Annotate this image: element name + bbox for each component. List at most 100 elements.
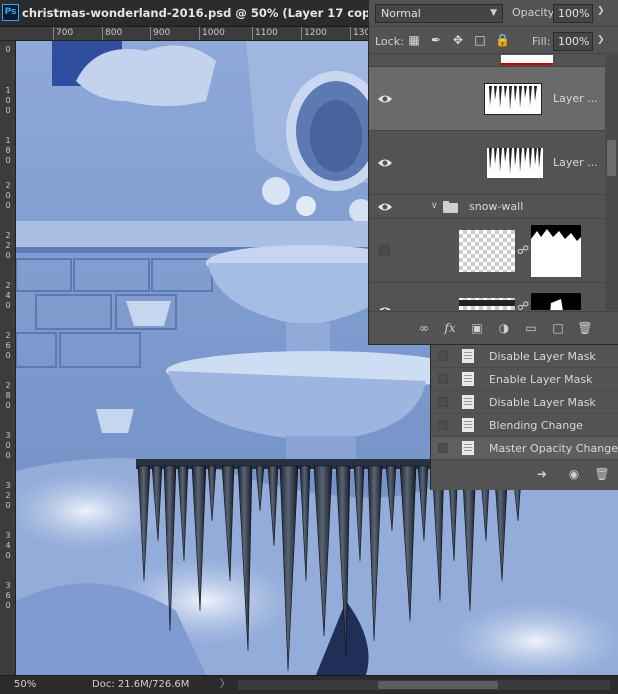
layer-thumbnail — [459, 230, 515, 272]
lock-transparent-pixels-icon[interactable]: ▦ — [407, 33, 421, 47]
zoom-level-field[interactable]: 50% — [14, 676, 36, 694]
lock-all-icon[interactable]: 🔒 — [495, 33, 510, 47]
visibility-toggle-empty[interactable] — [379, 245, 390, 256]
ruler-tick-label: 700 — [52, 27, 74, 40]
layer-list: Layer ... Layer ... ∨ snow-wall ☍ ☍ — [369, 55, 605, 310]
layer-name[interactable]: Layer ... — [553, 156, 598, 169]
chevron-down-icon[interactable]: ∨ — [431, 201, 438, 211]
layer-thumbnail — [484, 83, 542, 115]
vertical-ruler[interactable]: 0 100 180 200 220 240 260 280 300 320 34… — [0, 41, 16, 675]
ruler-number: 220 — [5, 231, 11, 260]
ruler-tick-label: 1200 — [301, 27, 327, 40]
history-state-label: Disable Layer Mask — [489, 350, 596, 363]
ruler-number: 0 — [5, 45, 11, 54]
link-chain-icon[interactable]: ☍ — [517, 299, 529, 310]
layers-panel-blend-row: Normal ▼ Opacity: 100% ❯ — [369, 0, 618, 27]
ruler-number: 100 — [5, 86, 11, 115]
ruler-tick-label: 900 — [149, 27, 171, 40]
fill-label: Fill: — [532, 35, 551, 48]
ruler-number: 340 — [5, 531, 11, 560]
fill-dropdown-icon[interactable]: ❯ — [597, 35, 605, 45]
ruler-number: 280 — [5, 381, 11, 410]
blend-mode-select[interactable]: Normal ▼ — [375, 4, 503, 23]
trash-icon[interactable]: 🗑 — [576, 320, 594, 336]
history-brush-source-box[interactable] — [438, 420, 448, 430]
blend-mode-value: Normal — [381, 7, 421, 20]
history-state-icon — [462, 395, 474, 409]
trash-icon[interactable]: 🗑 — [593, 466, 611, 482]
link-layers-icon[interactable]: ∞ — [415, 320, 433, 336]
add-mask-icon[interactable]: ▣ — [468, 320, 486, 336]
eye-visibility-icon[interactable] — [377, 201, 393, 213]
new-document-from-state-icon[interactable]: ➜ — [533, 466, 551, 482]
new-group-icon[interactable]: ▭ — [522, 320, 540, 336]
link-chain-icon[interactable]: ☍ — [517, 243, 529, 257]
ruler-number: 180 — [5, 136, 11, 165]
history-state-row[interactable]: Disable Layer Mask — [431, 391, 618, 414]
history-state-row[interactable]: Enable Layer Mask — [431, 368, 618, 391]
history-brush-source-box[interactable] — [438, 351, 448, 361]
history-state-row[interactable]: Blending Change — [431, 414, 618, 437]
opacity-field[interactable]: 100% — [553, 4, 593, 23]
layer-row[interactable]: Layer ... — [369, 67, 605, 131]
ruler-tick-label: 1100 — [252, 27, 278, 40]
ruler-number: 260 — [5, 331, 11, 360]
ruler-number: 360 — [5, 581, 11, 610]
history-state-row-current[interactable]: Master Opacity Change — [431, 437, 618, 460]
layer-row[interactable]: ☍ — [369, 283, 605, 310]
adjustment-layer-icon[interactable]: ◑ — [495, 320, 513, 336]
ruler-number: 240 — [5, 281, 11, 310]
lock-position-icon[interactable]: ✥ — [451, 33, 465, 47]
new-layer-icon[interactable]: □ — [549, 320, 567, 336]
history-state-label: Disable Layer Mask — [489, 396, 596, 409]
layer-mask-thumbnail[interactable] — [531, 225, 581, 277]
layers-scrollbar-thumb[interactable] — [607, 140, 616, 176]
history-state-label: Master Opacity Change — [489, 442, 618, 455]
history-panel: Disable Layer Mask Enable Layer Mask Dis… — [430, 345, 618, 490]
eye-visibility-icon[interactable] — [377, 305, 393, 310]
history-state-label: Blending Change — [489, 419, 583, 432]
layers-panel-footer: ∞ fx ▣ ◑ ▭ □ 🗑 — [369, 311, 618, 345]
layer-thumbnail — [487, 148, 543, 178]
layers-panel: Normal ▼ Opacity: 100% ❯ Lock: ▦ ✒ ✥ □ 🔒… — [368, 0, 618, 345]
layer-name[interactable]: Layer ... — [553, 92, 598, 105]
layer-thumbnail — [459, 298, 515, 310]
chevron-down-icon: ▼ — [490, 8, 497, 18]
status-bar: 50% Doc: 21.6M/726.6M 〉 — [0, 675, 618, 694]
layer-group-name[interactable]: snow-wall — [469, 200, 523, 213]
lock-image-pixels-icon[interactable]: ✒ — [429, 33, 443, 47]
ruler-number: 320 — [5, 481, 11, 510]
ruler-number: 200 — [5, 181, 11, 210]
layers-vertical-scrollbar[interactable] — [605, 55, 618, 310]
horizontal-ruler[interactable]: 700 800 900 1000 1100 1200 1300 — [0, 27, 370, 41]
history-state-icon — [462, 418, 474, 432]
opacity-label: Opacity: — [512, 6, 558, 19]
photoshop-logo-icon: Ps — [2, 4, 19, 21]
history-state-icon — [462, 441, 474, 455]
history-brush-source-box[interactable] — [438, 443, 448, 453]
layer-group-row[interactable]: ∨ snow-wall — [369, 195, 605, 219]
history-brush-source-box[interactable] — [438, 397, 448, 407]
layer-mask-thumbnail[interactable] — [531, 293, 581, 310]
eye-visibility-icon[interactable] — [377, 157, 393, 169]
history-state-row[interactable]: Disable Layer Mask — [431, 345, 618, 368]
horizontal-scrollbar[interactable] — [238, 680, 610, 690]
eye-visibility-icon[interactable] — [377, 93, 393, 105]
ruler-number: 300 — [5, 431, 11, 460]
fx-icon[interactable]: fx — [441, 320, 459, 336]
opacity-dropdown-icon[interactable]: ❯ — [597, 6, 605, 16]
ruler-tick-label: 800 — [101, 27, 123, 40]
lock-artboard-icon[interactable]: □ — [473, 33, 487, 47]
layer-row[interactable]: Layer ... — [369, 131, 605, 195]
snapshot-camera-icon[interactable]: ◉ — [565, 466, 583, 482]
document-size-info[interactable]: Doc: 21.6M/726.6M — [92, 676, 189, 694]
horizontal-scrollbar-thumb[interactable] — [378, 681, 498, 689]
status-menu-arrow-icon[interactable]: 〉 — [220, 676, 230, 694]
layers-panel-lock-row: Lock: ▦ ✒ ✥ □ 🔒 Fill: 100% ❯ — [369, 28, 618, 54]
fill-field[interactable]: 100% — [553, 32, 593, 51]
layer-row[interactable]: ☍ — [369, 219, 605, 283]
history-state-icon — [462, 372, 474, 386]
history-brush-source-box[interactable] — [438, 374, 448, 384]
lock-label: Lock: — [375, 35, 404, 48]
layer-row[interactable] — [369, 55, 605, 67]
